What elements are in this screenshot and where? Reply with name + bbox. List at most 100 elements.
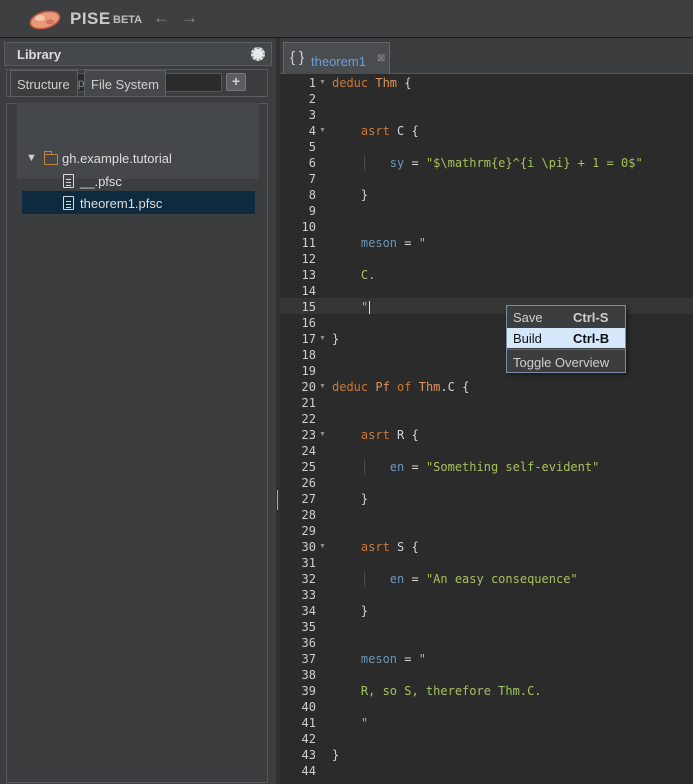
code-token: " (360, 300, 369, 314)
line-number: 23 (301, 428, 316, 442)
code-token: } (332, 332, 340, 346)
add-repo-button[interactable]: + (226, 73, 246, 91)
menu-item-build[interactable]: Build Ctrl-B (507, 328, 625, 348)
fold-arrow-icon[interactable]: ▼ (319, 539, 326, 555)
code-token: meson (360, 236, 398, 250)
code-token: C. (360, 268, 376, 282)
code-line[interactable]: asrt R { (332, 427, 419, 443)
line-number: 29 (301, 524, 316, 538)
code-line[interactable]: } (332, 491, 368, 507)
code-token: deduc (332, 380, 376, 394)
line-number: 39 (301, 684, 316, 698)
code-line[interactable]: en = "An easy consequence" (332, 571, 578, 587)
code-token: = (404, 156, 426, 170)
gear-icon[interactable] (251, 47, 265, 61)
menu-item-save[interactable]: Save Ctrl-S (507, 307, 625, 327)
fold-arrow-icon[interactable]: ▼ (319, 379, 326, 395)
line-number: 36 (301, 636, 316, 650)
menu-item-label: Toggle Overview (513, 355, 610, 370)
menu-item-label: Build (513, 331, 542, 346)
line-number: 12 (301, 252, 316, 266)
code-line[interactable]: " (332, 299, 368, 315)
code-line[interactable]: } (332, 747, 339, 763)
code-line[interactable]: meson = " (332, 651, 426, 667)
tree-file-row[interactable]: __.pfsc (22, 170, 255, 193)
code-line[interactable]: C. (332, 267, 375, 283)
code-line[interactable]: deduc Pf of Thm.C { (332, 379, 469, 395)
code-line[interactable]: meson = " (332, 235, 426, 251)
line-number: 11 (301, 236, 316, 250)
file-icon (63, 174, 74, 188)
code-line[interactable]: R, so S, therefore Thm.C. (332, 683, 542, 699)
left-arrow-icon[interactable]: ← (153, 8, 170, 28)
code-line[interactable]: } (332, 603, 368, 619)
close-icon[interactable]: ⊠ (377, 53, 385, 64)
line-number: 14 (301, 284, 316, 298)
splitter-grip[interactable] (277, 490, 278, 510)
menu-item-label: Save (513, 310, 543, 325)
code-token: asrt (360, 428, 390, 442)
tree-folder-row[interactable]: ▼ gh.example.tutorial (22, 147, 255, 170)
tab-file-system[interactable]: File System (84, 70, 166, 97)
line-number: 16 (301, 316, 316, 330)
code-line[interactable]: } (332, 187, 368, 203)
expand-triangle-icon[interactable]: ▼ (26, 152, 37, 164)
top-bar: PISE BETA ← → (0, 0, 693, 38)
code-token: } (332, 748, 340, 762)
fold-arrow-icon[interactable]: ▼ (319, 75, 326, 91)
code-line[interactable]: " (332, 715, 368, 731)
line-number: 19 (301, 364, 316, 378)
code-token: " (360, 716, 369, 730)
code-token: = (397, 652, 419, 666)
line-number: 26 (301, 476, 316, 490)
line-number: 9 (308, 204, 316, 218)
code-token: } (332, 492, 369, 506)
code-line[interactable]: en = "Something self-evident" (332, 459, 600, 475)
line-number: 43 (301, 748, 316, 762)
code-token: "$\mathrm{e}^{i \pi} + 1 = 0$" (425, 156, 643, 170)
line-number: 33 (301, 588, 316, 602)
code-line[interactable]: } (332, 331, 339, 347)
line-number: 2 (308, 92, 316, 106)
tree-file-row-selected[interactable]: theorem1.pfsc (22, 192, 255, 215)
tab-underline (10, 96, 266, 97)
fold-arrow-icon[interactable]: ▼ (319, 123, 326, 139)
line-number: 35 (301, 620, 316, 634)
line-number: 31 (301, 556, 316, 570)
code-token: = (397, 236, 419, 250)
code-line[interactable]: asrt S { (332, 539, 419, 555)
code-token: } (332, 604, 369, 618)
fold-arrow-icon[interactable]: ▼ (319, 427, 326, 443)
code-line[interactable]: deduc Thm { (332, 75, 412, 91)
line-number: 42 (301, 732, 316, 746)
tab-structure[interactable]: Structure (10, 70, 78, 97)
code-token: of (389, 380, 419, 394)
context-menu: Save Ctrl-S Build Ctrl-B Toggle Overview (506, 305, 626, 373)
right-arrow-icon[interactable]: → (181, 8, 198, 28)
line-number: 1 (308, 76, 316, 90)
code-line[interactable]: sy = "$\mathrm{e}^{i \pi} + 1 = 0$" (332, 155, 643, 171)
code-token: " (418, 236, 426, 250)
line-number: 40 (301, 700, 316, 714)
code-line[interactable]: asrt C { (332, 123, 419, 139)
folder-label: gh.example.tutorial (62, 151, 172, 166)
fold-arrow-icon[interactable]: ▼ (319, 331, 326, 347)
file-label: __.pfsc (80, 174, 122, 189)
menu-item-toggle-overview[interactable]: Toggle Overview (507, 352, 625, 372)
indent-guide (364, 571, 365, 587)
line-number: 15 (301, 300, 316, 314)
line-number: 3 (308, 108, 316, 122)
code-token: } (332, 188, 369, 202)
code-token: asrt (360, 124, 390, 138)
editor-tab-theorem1[interactable]: { } theorem1 ⊠ (283, 42, 390, 74)
line-number: 20 (301, 380, 316, 394)
line-number: 22 (301, 412, 316, 426)
line-number: 5 (308, 140, 316, 154)
code-token: S { (389, 540, 419, 554)
line-number: 27 (301, 492, 316, 506)
